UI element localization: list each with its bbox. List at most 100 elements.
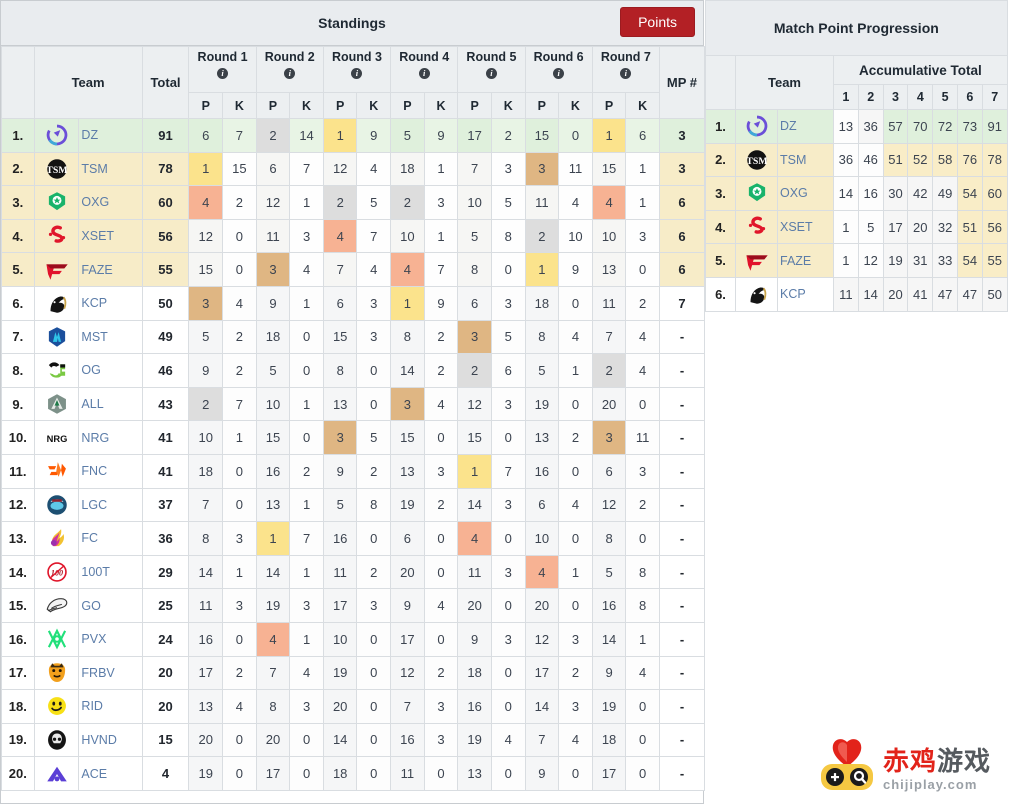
team-name[interactable]: ALL bbox=[78, 386, 143, 422]
team-total: 41 bbox=[141, 453, 190, 489]
match-point-number: 6 bbox=[658, 218, 706, 254]
team-name[interactable]: FNC bbox=[78, 453, 143, 489]
info-icon[interactable]: i bbox=[351, 68, 363, 79]
mpp-row[interactable]: 6. KCP 11 14 20 41 47 47 50 bbox=[705, 276, 1008, 312]
team-name[interactable]: LGC bbox=[78, 487, 143, 523]
standings-row[interactable]: 9. ALL 43 2 7 10 1 13 0 3 4 12 3 19 0 20 0- bbox=[1, 386, 706, 422]
mpp-cumulative-round-2: 16 bbox=[857, 176, 884, 211]
team-name[interactable]: MST bbox=[78, 319, 143, 355]
mpp-team-name[interactable]: OXG bbox=[777, 176, 834, 211]
round-5-placement: 14 bbox=[457, 487, 492, 523]
mpp-round-header-2[interactable]: 2 bbox=[857, 84, 884, 110]
round-header-label: Round 4 bbox=[399, 50, 450, 64]
mpp-cumulative-round-3: 51 bbox=[882, 142, 909, 178]
mpp-cumulative-round-7: 91 bbox=[981, 109, 1008, 144]
mpp-round-header-4[interactable]: 4 bbox=[907, 84, 934, 110]
team-logo-cell bbox=[33, 588, 80, 623]
xset-logo bbox=[48, 225, 65, 243]
standings-row[interactable]: 4. XSET 56 12 0 11 3 4 7 10 1 5 8 2 10 10 3 6 bbox=[1, 218, 706, 254]
standings-row[interactable]: 7. MST 49 5 2 18 0 15 3 8 2 3 5 8 4 7 4- bbox=[1, 319, 706, 355]
info-icon[interactable]: i bbox=[620, 68, 632, 79]
mpp-team-name[interactable]: XSET bbox=[777, 209, 834, 245]
team-name[interactable]: FAZE bbox=[78, 252, 143, 287]
team-name[interactable]: PVX bbox=[78, 621, 143, 657]
mpp-row[interactable]: 4. XSET 1 5 17 20 32 51 56 bbox=[705, 209, 1008, 245]
team-name[interactable]: OXG bbox=[78, 185, 143, 220]
round-7-k-header[interactable]: K bbox=[625, 92, 660, 119]
standings-row[interactable]: 11. FNC 41 18 0 16 2 9 2 13 3 1 7 16 0 6 3- bbox=[1, 453, 706, 489]
mpp-round-header-6[interactable]: 6 bbox=[956, 84, 983, 110]
standings-row[interactable]: 19. HVND 15 20 0 20 0 14 0 16 3 19 4 7 4 18 0- bbox=[1, 722, 706, 758]
mpp-row[interactable]: 2. TSM TSM 36 46 51 52 58 76 78 bbox=[705, 142, 1008, 178]
round-7-placement: 18 bbox=[591, 722, 627, 758]
info-icon[interactable]: i bbox=[418, 68, 430, 79]
standings-row[interactable]: 2. TSM TSM 78 1 15 6 7 12 4 18 1 7 3 3 11 15 1 3 bbox=[1, 151, 706, 187]
team-name[interactable]: NRG bbox=[78, 420, 143, 455]
mpp-row[interactable]: 1. DZ 13 36 57 70 72 73 91 bbox=[705, 109, 1008, 144]
points-button[interactable]: Points bbox=[620, 7, 695, 37]
mpp-round-header-3[interactable]: 3 bbox=[882, 84, 909, 110]
team-name[interactable]: HVND bbox=[78, 722, 143, 758]
team-name[interactable]: ACE bbox=[78, 756, 143, 791]
standings-row[interactable]: 8. OG 46 9 2 5 0 8 0 14 2 2 6 5 1 2 4- bbox=[1, 353, 706, 388]
team-name[interactable]: KCP bbox=[78, 285, 143, 321]
standings-row[interactable]: 6. KCP 50 3 4 9 1 6 3 1 9 6 3 18 0 11 2 7 bbox=[1, 285, 706, 321]
round-4-p-header[interactable]: P bbox=[390, 92, 425, 119]
round-7-kills: 0 bbox=[625, 521, 660, 556]
round-7-p-header[interactable]: P bbox=[591, 92, 627, 119]
team-name[interactable]: XSET bbox=[78, 218, 143, 254]
standings-row[interactable]: 15. GO 25 11 3 19 3 17 3 9 4 20 0 20 0 16 8- bbox=[1, 588, 706, 623]
info-icon[interactable]: i bbox=[485, 68, 497, 79]
info-icon[interactable]: i bbox=[284, 68, 296, 79]
mpp-row[interactable]: 5. FAZE 1 12 19 31 33 54 55 bbox=[705, 243, 1008, 278]
round-6-p-header[interactable]: P bbox=[524, 92, 560, 119]
standings-row[interactable]: 16. PVX 24 16 0 4 1 10 0 17 0 9 3 12 3 14 1- bbox=[1, 621, 706, 657]
mpp-team-name[interactable]: KCP bbox=[777, 276, 834, 312]
info-icon[interactable]: i bbox=[553, 68, 565, 79]
round-2-kills: 2 bbox=[289, 453, 324, 489]
standings-row[interactable]: 13. FC 36 8 3 1 7 16 0 6 0 4 0 10 0 8 0- bbox=[1, 521, 706, 556]
team-name[interactable]: FC bbox=[78, 521, 143, 556]
team-name[interactable]: TSM bbox=[78, 151, 143, 187]
standings-row[interactable]: 20. ACE 4 19 0 17 0 18 0 11 0 13 0 9 0 17 0- bbox=[1, 756, 706, 791]
standings-row[interactable]: 10. NRG NRG 41 10 1 15 0 3 5 15 0 15 0 13 2 3 11- bbox=[1, 420, 706, 455]
mpp-round-header-1[interactable]: 1 bbox=[833, 84, 859, 110]
mpp-cumulative-round-4: 20 bbox=[907, 209, 934, 245]
mpp-round-header-5[interactable]: 5 bbox=[932, 84, 958, 110]
tsm-logo: TSM bbox=[746, 150, 767, 170]
mpp-team-name[interactable]: DZ bbox=[777, 109, 834, 144]
team-total: 29 bbox=[141, 554, 190, 590]
team-name[interactable]: RID bbox=[78, 689, 143, 724]
round-3-placement: 18 bbox=[322, 756, 358, 791]
round-4-k-header[interactable]: K bbox=[423, 92, 459, 119]
team-name[interactable]: 100T bbox=[78, 554, 143, 590]
round-2-p-header[interactable]: P bbox=[255, 92, 291, 119]
round-1-k-header[interactable]: K bbox=[222, 92, 257, 119]
mpp-cumulative-round-2: 46 bbox=[857, 142, 884, 178]
round-6-k-header[interactable]: K bbox=[558, 92, 593, 119]
round-3-k-header[interactable]: K bbox=[356, 92, 392, 119]
info-icon[interactable]: i bbox=[217, 68, 229, 79]
standings-row[interactable]: 12. LGC 37 7 0 13 1 5 8 19 2 14 3 6 4 12 2- bbox=[1, 487, 706, 523]
mpp-team-name[interactable]: TSM bbox=[777, 142, 834, 178]
standings-row[interactable]: 14.100100T291411411122001134158- bbox=[1, 554, 706, 590]
mpp-team-name[interactable]: FAZE bbox=[777, 243, 834, 278]
team-name[interactable]: DZ bbox=[78, 118, 143, 153]
standings-row[interactable]: 18. RID 20 13 4 8 3 20 0 7 3 16 0 14 3 19 0- bbox=[1, 689, 706, 724]
round-5-k-header[interactable]: K bbox=[490, 92, 526, 119]
team-logo-cell bbox=[33, 521, 80, 556]
round-5-p-header[interactable]: P bbox=[457, 92, 492, 119]
mpp-round-header-7[interactable]: 7 bbox=[981, 84, 1008, 110]
standings-row[interactable]: 17. FRBV 20 17 2 7 4 19 0 12 2 18 0 17 2 9 4- bbox=[1, 655, 706, 691]
mpp-row[interactable]: 3. OXG 14 16 30 42 49 54 60 bbox=[705, 176, 1008, 211]
standings-row[interactable]: 5. FAZE 55 15 0 3 4 7 4 4 7 8 0 1 9 13 0 6 bbox=[1, 252, 706, 287]
standings-row[interactable]: 1. DZ 91 6 7 2 14 1 9 5 9 17 2 15 0 1 6 3 bbox=[1, 118, 706, 153]
row-rank: 8. bbox=[1, 353, 35, 388]
round-1-p-header[interactable]: P bbox=[188, 92, 224, 119]
round-3-p-header[interactable]: P bbox=[322, 92, 358, 119]
team-name[interactable]: GO bbox=[78, 588, 143, 623]
round-2-k-header[interactable]: K bbox=[289, 92, 324, 119]
team-name[interactable]: FRBV bbox=[78, 655, 143, 691]
team-name[interactable]: OG bbox=[78, 353, 143, 388]
standings-row[interactable]: 3. OXG 60 4 2 12 1 2 5 2 3 10 5 11 4 4 1 6 bbox=[1, 185, 706, 220]
